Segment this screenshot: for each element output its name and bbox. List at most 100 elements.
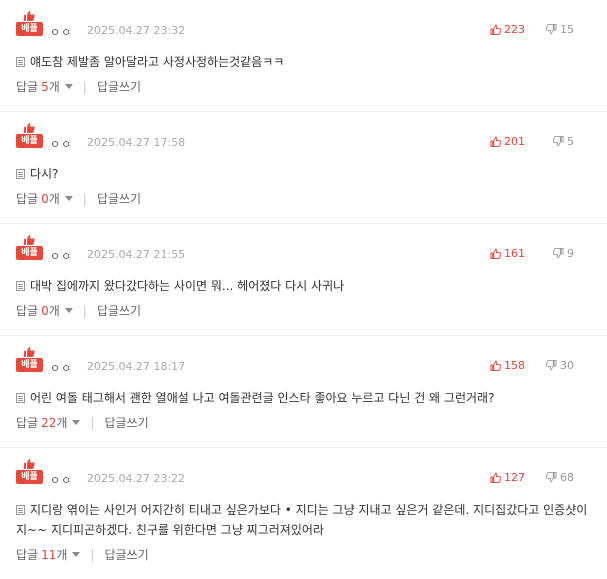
comment-item: 베플 ㅇㅇ 2025.04.27 18:17 158 30 어린 여돌 태그해서… <box>0 336 607 448</box>
divider: | <box>82 303 87 318</box>
divider: | <box>90 415 95 430</box>
upvote-count: 223 <box>504 23 525 36</box>
comment-footer: 답글 5개 | 답글쓰기 <box>16 78 141 95</box>
comment-date: 2025.04.27 17:58 <box>87 136 186 149</box>
comment-date: 2025.04.27 23:22 <box>87 472 186 485</box>
downvote-button[interactable]: 9 <box>553 247 574 260</box>
downvote-count: 9 <box>567 247 574 260</box>
thumbs-down-icon <box>553 136 564 147</box>
reply-unit: 개 <box>56 548 68 562</box>
author-nickname[interactable]: ㅇㅇ <box>50 248 72 264</box>
comment-footer: 답글 11 개 | 답글쓰기 <box>16 546 149 563</box>
write-reply-link[interactable]: 답글쓰기 <box>97 190 141 207</box>
thumbs-up-icon <box>24 459 35 469</box>
thumbs-up-icon <box>490 248 501 259</box>
thumbs-up-icon <box>24 11 35 21</box>
caret-down-icon <box>64 84 73 89</box>
document-icon <box>16 505 25 515</box>
upvote-button[interactable]: 201 <box>490 135 525 148</box>
reply-toggle[interactable]: 답글 0개 <box>16 190 73 207</box>
thumbs-up-icon <box>24 123 35 133</box>
comment-item: 베플 ㅇㅇ 2025.04.27 23:32 223 15 얘도참 제발좀 알아… <box>0 0 607 112</box>
author-nickname[interactable]: ㅇㅇ <box>50 360 72 376</box>
caret-down-icon <box>64 196 73 201</box>
reply-toggle[interactable]: 답글 5개 <box>16 78 73 95</box>
comment-body: 다시? <box>16 164 597 184</box>
document-icon <box>16 281 25 291</box>
author-nickname[interactable]: ㅇㅇ <box>50 24 72 40</box>
reply-toggle[interactable]: 답글 0개 <box>16 302 73 319</box>
comment-text: 대박 집에까지 왔다갔다하는 사이면 뭐... 헤어졌다 다시 사귀나 <box>30 279 345 293</box>
caret-down-icon <box>72 420 81 425</box>
comment-text: 지디랑 엮이는 사인거 어지간히 티내고 싶은가보다 • 지디는 그냥 지내고 … <box>16 503 588 537</box>
comment-footer: 답글 22 개 | 답글쓰기 <box>16 414 149 431</box>
author-nickname[interactable]: ㅇㅇ <box>50 472 72 488</box>
comment-body: 지디랑 엮이는 사인거 어지간히 티내고 싶은가보다 • 지디는 그냥 지내고 … <box>16 500 597 540</box>
upvote-button[interactable]: 223 <box>490 23 525 36</box>
downvote-button[interactable]: 15 <box>546 23 574 36</box>
reply-count: 0 <box>41 191 49 206</box>
downvote-count: 15 <box>560 23 574 36</box>
reply-unit: 개 <box>48 80 60 94</box>
downvote-button[interactable]: 68 <box>546 471 574 484</box>
document-icon <box>16 393 25 403</box>
write-reply-link[interactable]: 답글쓰기 <box>104 414 148 431</box>
thumbs-up-icon <box>490 24 501 35</box>
upvote-count: 201 <box>504 135 525 148</box>
downvote-button[interactable]: 5 <box>553 135 574 148</box>
write-reply-link[interactable]: 답글쓰기 <box>104 546 148 563</box>
comment-text: 어린 여돌 태그해서 괜한 열애설 나고 여돌관련글 인스타 좋아요 누르고 다… <box>30 391 495 405</box>
reply-count: 22 <box>41 415 57 430</box>
upvote-count: 158 <box>504 359 525 372</box>
upvote-button[interactable]: 158 <box>490 359 525 372</box>
best-badge: 베플 <box>16 458 43 486</box>
best-badge-label: 베플 <box>16 22 43 36</box>
divider: | <box>82 79 87 94</box>
comment-meta: 베플 ㅇㅇ 2025.04.27 18:17 158 30 <box>16 346 607 376</box>
reply-unit: 개 <box>48 304 60 318</box>
thumbs-down-icon <box>546 360 557 371</box>
upvote-count: 127 <box>504 471 525 484</box>
comment-footer: 답글 0개 | 답글쓰기 <box>16 302 141 319</box>
downvote-count: 68 <box>560 471 574 484</box>
thumbs-up-icon <box>490 136 501 147</box>
best-badge-label: 베플 <box>16 134 43 148</box>
best-badge-label: 베플 <box>16 358 43 372</box>
comment-body: 얘도참 제발좀 알아달라고 사정사정하는것같음ㅋㅋ <box>16 52 597 72</box>
divider: | <box>90 547 95 562</box>
comment-date: 2025.04.27 21:55 <box>87 248 186 261</box>
best-badge-label: 베플 <box>16 246 43 260</box>
upvote-count: 161 <box>504 247 525 260</box>
reply-label: 답글 <box>16 80 39 94</box>
best-badge-label: 베플 <box>16 470 43 484</box>
downvote-count: 5 <box>567 135 574 148</box>
reply-unit: 개 <box>56 416 68 430</box>
author-nickname[interactable]: ㅇㅇ <box>50 136 72 152</box>
best-badge: 베플 <box>16 122 43 150</box>
downvote-button[interactable]: 30 <box>546 359 574 372</box>
downvote-count: 30 <box>560 359 574 372</box>
reply-unit: 개 <box>48 192 60 206</box>
comment-item: 베플 ㅇㅇ 2025.04.27 21:55 161 9 대박 집에까지 왔다갔… <box>0 224 607 336</box>
reply-label: 답글 <box>16 304 39 318</box>
reply-toggle[interactable]: 답글 11 개 <box>16 546 81 563</box>
write-reply-link[interactable]: 답글쓰기 <box>97 302 141 319</box>
reply-label: 답글 <box>16 192 39 206</box>
upvote-button[interactable]: 127 <box>490 471 525 484</box>
thumbs-down-icon <box>546 472 557 483</box>
write-reply-link[interactable]: 답글쓰기 <box>97 78 141 95</box>
comment-footer: 답글 0개 | 답글쓰기 <box>16 190 141 207</box>
thumbs-down-icon <box>546 24 557 35</box>
upvote-button[interactable]: 161 <box>490 247 525 260</box>
comment-meta: 베플 ㅇㅇ 2025.04.27 17:58 201 5 <box>16 122 607 152</box>
comment-body: 어린 여돌 태그해서 괜한 열애설 나고 여돌관련글 인스타 좋아요 누르고 다… <box>16 388 597 408</box>
thumbs-up-icon <box>24 235 35 245</box>
caret-down-icon <box>72 552 81 557</box>
thumbs-up-icon <box>490 360 501 371</box>
best-badge: 베플 <box>16 346 43 374</box>
comment-body: 대박 집에까지 왔다갔다하는 사이면 뭐... 헤어졌다 다시 사귀나 <box>16 276 597 296</box>
best-badge: 베플 <box>16 10 43 38</box>
comment-meta: 베플 ㅇㅇ 2025.04.27 23:22 127 68 <box>16 458 607 488</box>
reply-label: 답글 <box>16 548 39 562</box>
reply-toggle[interactable]: 답글 22 개 <box>16 414 81 431</box>
